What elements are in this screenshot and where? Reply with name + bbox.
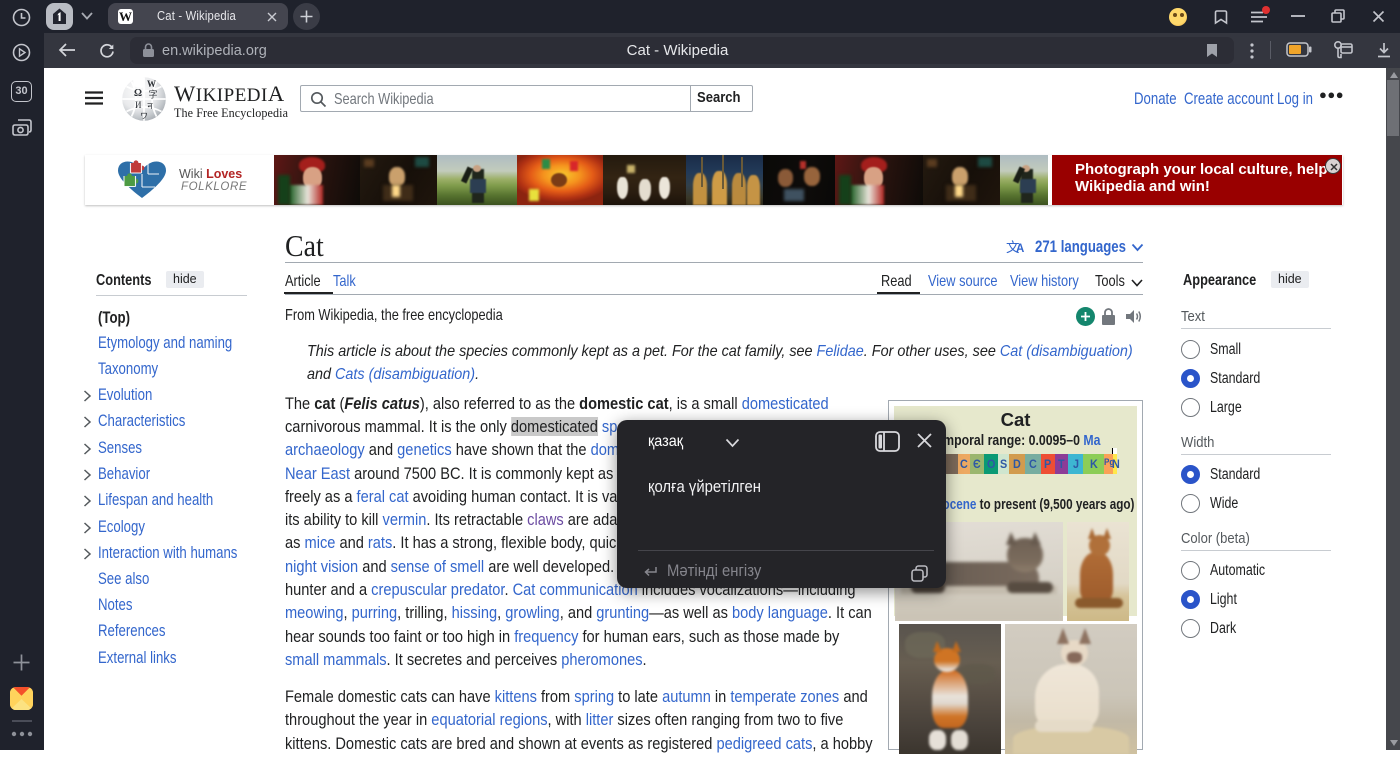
svg-text:字: 字 xyxy=(149,89,158,100)
svg-text:Ω: Ω xyxy=(134,88,142,99)
svg-text:ワ: ワ xyxy=(140,112,148,121)
svg-text:И: И xyxy=(135,100,142,110)
svg-text:W: W xyxy=(147,79,156,89)
